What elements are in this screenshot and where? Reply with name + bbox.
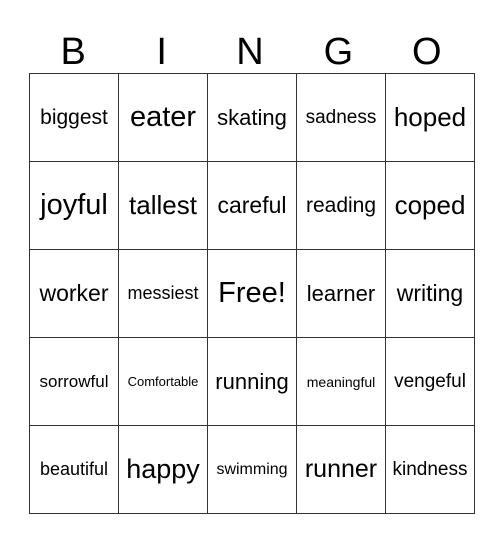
- bingo-row: sorrowful Comfortable running meaningful ven…: [29, 337, 475, 426]
- bingo-cell[interactable]: sadness: [296, 73, 386, 162]
- bingo-row: biggest eater skating sadness hoped: [29, 73, 475, 162]
- bingo-cell[interactable]: writing: [385, 249, 475, 338]
- bingo-cell[interactable]: learner: [296, 249, 386, 338]
- bingo-row: worker messiest Free! learner writing: [29, 249, 475, 338]
- bingo-cell[interactable]: careful: [207, 161, 297, 250]
- bingo-cell[interactable]: Comfortable: [118, 337, 208, 426]
- bingo-cell[interactable]: beautiful: [29, 425, 119, 514]
- bingo-cell[interactable]: reading: [296, 161, 386, 250]
- header-letter-b: B: [60, 31, 86, 73]
- bingo-cell[interactable]: sorrowful: [29, 337, 119, 426]
- bingo-cell[interactable]: runner: [296, 425, 386, 514]
- bingo-grid: biggest eater skating sadness hoped joyful tal…: [29, 73, 475, 514]
- bingo-row: beautiful happy swimming runner kindness: [29, 425, 475, 514]
- header-letter-g: G: [323, 31, 354, 73]
- bingo-cell[interactable]: meaningful: [296, 337, 386, 426]
- header-letter-o: O: [412, 31, 442, 73]
- bingo-cell[interactable]: vengeful: [385, 337, 475, 426]
- bingo-cell[interactable]: worker: [29, 249, 119, 338]
- bingo-cell[interactable]: kindness: [385, 425, 475, 514]
- bingo-cell[interactable]: hoped: [385, 73, 475, 162]
- bingo-cell[interactable]: messiest: [118, 249, 208, 338]
- bingo-cell[interactable]: running: [207, 337, 297, 426]
- bingo-cell[interactable]: biggest: [29, 73, 119, 162]
- bingo-cell[interactable]: skating: [207, 73, 297, 162]
- bingo-cell[interactable]: swimming: [207, 425, 297, 514]
- bingo-cell[interactable]: eater: [118, 73, 208, 162]
- bingo-cell[interactable]: joyful: [29, 161, 119, 250]
- bingo-cell[interactable]: coped: [385, 161, 475, 250]
- header-letter-i: I: [156, 31, 167, 73]
- bingo-cell[interactable]: tallest: [118, 161, 208, 250]
- bingo-row: joyful tallest careful reading coped: [29, 161, 475, 250]
- free-space-cell[interactable]: Free!: [207, 249, 297, 338]
- bingo-header: B I N G O: [29, 30, 471, 74]
- bingo-cell[interactable]: happy: [118, 425, 208, 514]
- header-letter-n: N: [236, 31, 264, 73]
